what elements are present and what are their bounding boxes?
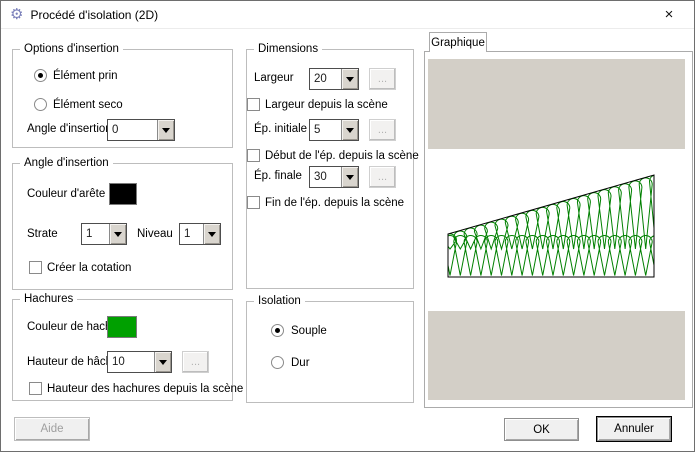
ep-initiale-scene-checkbox[interactable]: [247, 149, 260, 162]
largeur-label: Largeur: [254, 72, 294, 84]
radio-souple[interactable]: [271, 324, 284, 337]
radio-element-principal-label: Élément prin: [53, 70, 118, 82]
radio-dot: [38, 73, 43, 78]
ep-initiale-browse-button: ...: [369, 119, 396, 141]
cancel-button[interactable]: Annuler: [596, 416, 672, 442]
chevron-down-icon[interactable]: [203, 224, 220, 244]
group-dimensions-title: Dimensions: [254, 43, 322, 55]
largeur-scene-checkbox[interactable]: [247, 98, 260, 111]
radio-element-secondaire-label: Élément seco: [53, 99, 123, 111]
ok-button[interactable]: OK: [504, 418, 579, 441]
niveau-value: 1: [180, 224, 203, 244]
chevron-down-icon[interactable]: [341, 120, 358, 140]
largeur-scene-label: Largeur depuis la scène: [265, 99, 388, 111]
ep-initiale-value: 5: [310, 120, 341, 140]
largeur-value: 20: [310, 69, 341, 89]
tab-graphique[interactable]: Graphique: [429, 32, 487, 52]
ep-finale-value: 30: [310, 167, 341, 187]
radio-souple-label: Souple: [291, 325, 327, 337]
largeur-combobox[interactable]: 20: [309, 68, 359, 90]
hatch-height-combobox[interactable]: 10: [107, 351, 172, 373]
radio-dur[interactable]: [271, 356, 284, 369]
group-isolation: [246, 301, 414, 403]
angle-insertion-label: Angle d'insertion: [27, 123, 112, 135]
help-button[interactable]: Aide: [14, 417, 90, 441]
hatch-color-label: Couleur de hach: [27, 321, 107, 333]
strate-value: 1: [82, 224, 109, 244]
titlebar: ⚙ Procédé d'isolation (2D) ×: [1, 1, 694, 29]
ep-finale-browse-button: ...: [369, 166, 396, 188]
chevron-down-icon[interactable]: [154, 352, 171, 372]
ep-initiale-combobox[interactable]: 5: [309, 119, 359, 141]
hatch-height-browse-button: ...: [182, 351, 209, 373]
chevron-down-icon[interactable]: [341, 167, 358, 187]
close-icon[interactable]: ×: [652, 1, 686, 28]
ep-finale-scene-checkbox[interactable]: [247, 196, 260, 209]
preview-panel: [424, 51, 693, 408]
largeur-browse-button: ...: [369, 68, 396, 90]
radio-dot: [275, 328, 280, 333]
preview-drawing: [425, 52, 692, 407]
radio-element-principal[interactable]: [34, 69, 47, 82]
creer-cotation-label: Créer la cotation: [47, 262, 131, 274]
chevron-down-icon[interactable]: [157, 120, 174, 140]
angle-insertion-value: 0: [108, 120, 157, 140]
ep-finale-combobox[interactable]: 30: [309, 166, 359, 188]
edge-color-swatch[interactable]: [109, 183, 137, 205]
group-angle-insertion-title: Angle d'insertion: [20, 157, 113, 169]
ep-initiale-scene-label: Début de l'ép. depuis la scène: [265, 150, 419, 162]
gear-icon: ⚙: [10, 7, 23, 22]
group-hachures-title: Hachures: [20, 293, 77, 305]
chevron-down-icon[interactable]: [341, 69, 358, 89]
ep-finale-scene-label: Fin de l'ép. depuis la scène: [265, 197, 404, 209]
radio-element-secondaire[interactable]: [34, 98, 47, 111]
creer-cotation-checkbox[interactable]: [29, 261, 42, 274]
hatch-height-value: 10: [108, 352, 154, 372]
dialog-procede-isolation: ⚙ Procédé d'isolation (2D) × Options d'i…: [0, 0, 695, 452]
niveau-combobox[interactable]: 1: [179, 223, 221, 245]
group-isolation-title: Isolation: [254, 295, 305, 307]
window-title: Procédé d'isolation (2D): [30, 8, 158, 22]
hatch-height-from-scene-checkbox[interactable]: [29, 382, 42, 395]
ep-finale-label: Ép. finale: [254, 170, 302, 182]
hatch-height-from-scene-label: Hauteur des hachures depuis la scène: [47, 383, 243, 395]
angle-insertion-combobox[interactable]: 0: [107, 119, 175, 141]
hatch-height-label: Hauteur de hâch: [27, 356, 107, 368]
hatch-color-swatch[interactable]: [107, 316, 137, 338]
edge-color-label: Couleur d'arête: [27, 188, 105, 200]
chevron-down-icon[interactable]: [109, 224, 126, 244]
group-options-insertion-title: Options d'insertion: [20, 43, 123, 55]
strate-combobox[interactable]: 1: [81, 223, 127, 245]
niveau-label: Niveau: [137, 228, 173, 240]
ep-initiale-label: Ép. initiale: [254, 123, 307, 135]
strate-label: Strate: [27, 228, 58, 240]
radio-dur-label: Dur: [291, 357, 310, 369]
